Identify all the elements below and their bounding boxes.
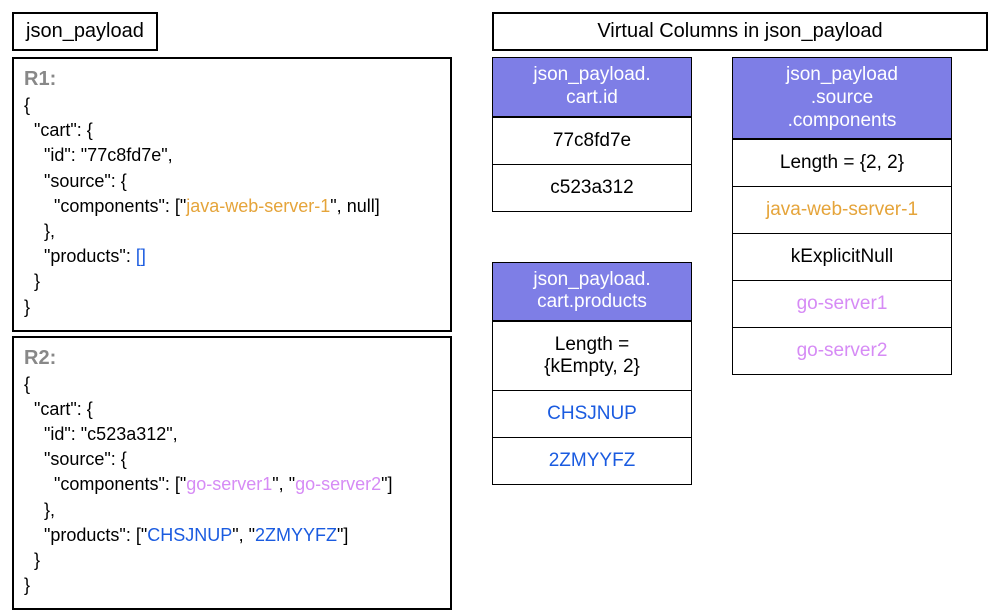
vcol-cart-products: json_payload.cart.productsLength ={kEmpt… xyxy=(492,262,692,486)
vcol-cell: 77c8fd7e xyxy=(493,117,691,164)
vcol-cell: Length ={kEmpty, 2} xyxy=(493,321,691,390)
vcol-cell: 2ZMYYFZ xyxy=(493,437,691,484)
record-label: R1: xyxy=(24,65,440,93)
vcol-header: json_payload.cart.products xyxy=(493,263,691,322)
json-record: R2:{ "cart": { "id": "c523a312", "source… xyxy=(12,336,452,611)
record-label: R2: xyxy=(24,344,440,372)
vcol-cell: CHSJNUP xyxy=(493,390,691,437)
vcol-cell: kExplicitNull xyxy=(733,233,951,280)
left-column: json_payload R1:{ "cart": { "id": "77c8f… xyxy=(12,12,452,614)
vcol-cell: Length = {2, 2} xyxy=(733,139,951,186)
right-title: Virtual Columns in json_payload xyxy=(492,12,988,51)
vcol-cart-id: json_payload.cart.id77c8fd7ec523a312 xyxy=(492,57,692,212)
vcol-header: json_payload.cart.id xyxy=(493,58,691,117)
vcol-cell: java-web-server-1 xyxy=(733,186,951,233)
json-body: { "cart": { "id": "c523a312", "source": … xyxy=(24,372,440,599)
right-column: Virtual Columns in json_payload json_pay… xyxy=(492,12,988,614)
json-body: { "cart": { "id": "77c8fd7e", "source": … xyxy=(24,93,440,320)
vcol-cell: go-server1 xyxy=(733,280,951,327)
vcol-cell: c523a312 xyxy=(493,164,691,211)
vcol-header: json_payload.source.components xyxy=(733,58,951,139)
vcol-cell: go-server2 xyxy=(733,327,951,374)
vcol-source-components: json_payload.source.componentsLength = {… xyxy=(732,57,952,375)
json-record: R1:{ "cart": { "id": "77c8fd7e", "source… xyxy=(12,57,452,332)
diagram-root: json_payload R1:{ "cart": { "id": "77c8f… xyxy=(12,12,988,614)
left-title: json_payload xyxy=(12,12,158,51)
